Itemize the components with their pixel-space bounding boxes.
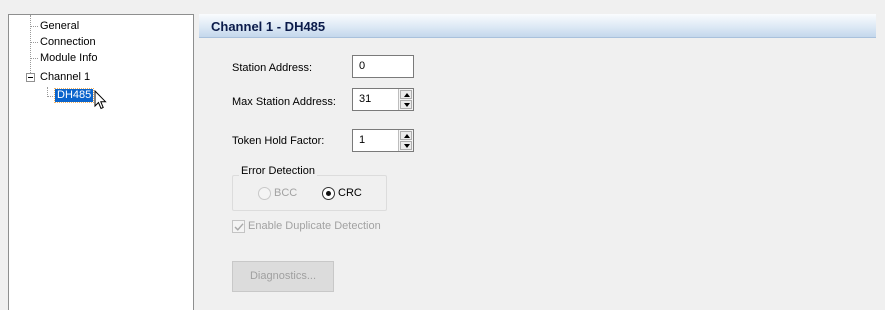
max-station-address-spinner[interactable]: [398, 89, 413, 110]
token-hold-factor-input[interactable]: 1: [352, 129, 414, 152]
mouse-cursor-icon: [94, 90, 107, 110]
tree-item-connection[interactable]: Connection: [40, 36, 96, 49]
tree-connector: [47, 96, 55, 97]
max-station-address-label: Max Station Address:: [232, 96, 336, 108]
bcc-radio[interactable]: [258, 187, 271, 200]
crc-radio-label: CRC: [338, 187, 362, 199]
spin-down-icon[interactable]: [400, 141, 412, 150]
tree-connector: [30, 26, 38, 27]
tree-item-dh485[interactable]: DH485: [53, 88, 95, 103]
error-detection-label: Error Detection: [239, 165, 317, 177]
tree-item-channel-1[interactable]: Channel 1: [40, 71, 90, 84]
collapse-icon[interactable]: [26, 73, 35, 82]
duplicate-detection-label: Enable Duplicate Detection: [248, 220, 381, 232]
max-station-address-value: 31: [359, 93, 372, 105]
diagnostics-button[interactable]: Diagnostics...: [232, 261, 334, 292]
tree-connector: [30, 58, 38, 59]
crc-radio[interactable]: [322, 187, 335, 200]
station-address-label: Station Address:: [232, 62, 313, 74]
tree-item-general[interactable]: General: [40, 20, 79, 33]
tree-connector: [30, 15, 31, 77]
max-station-address-input[interactable]: 31: [352, 88, 414, 111]
spin-down-icon[interactable]: [400, 100, 412, 109]
bcc-radio-label: BCC: [274, 187, 298, 199]
token-hold-factor-value: 1: [359, 134, 366, 146]
section-header: Channel 1 - DH485: [199, 14, 876, 38]
station-address-input[interactable]: 0: [352, 55, 414, 78]
token-hold-factor-label: Token Hold Factor:: [232, 135, 325, 147]
tree-item-module-info[interactable]: Module Info: [40, 52, 97, 65]
spin-up-icon[interactable]: [400, 131, 412, 140]
tree-panel: General Connection Module Info Channel 1…: [8, 14, 194, 310]
spin-up-icon[interactable]: [400, 90, 412, 99]
tree-connector: [30, 42, 38, 43]
error-detection-group: [232, 175, 387, 211]
token-hold-factor-spinner[interactable]: [398, 130, 413, 151]
checkmark-icon: [234, 223, 244, 231]
duplicate-detection-checkbox[interactable]: [232, 220, 245, 233]
page-title: Channel 1 - DH485: [211, 19, 326, 34]
